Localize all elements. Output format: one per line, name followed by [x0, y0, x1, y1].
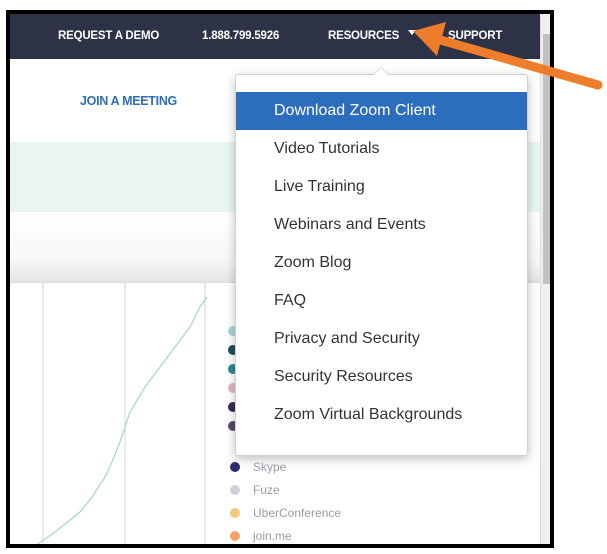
line-chart: [37, 282, 208, 544]
menu-item-security-resources[interactable]: Security Resources: [236, 358, 527, 396]
legend-dot-icon: [230, 485, 240, 495]
menu-item-zoom-virtual-backgrounds[interactable]: Zoom Virtual Backgrounds: [236, 396, 527, 434]
legend-dot-icon: [230, 462, 240, 472]
browser-viewport: REQUEST A DEMO 1.888.799.5926 RESOURCES …: [6, 10, 554, 548]
menu-item-zoom-blog[interactable]: Zoom Blog: [236, 244, 527, 282]
phone-number-link[interactable]: 1.888.799.5926: [202, 30, 279, 42]
support-link[interactable]: SUPPORT: [448, 30, 502, 42]
request-demo-link[interactable]: REQUEST A DEMO: [58, 30, 159, 42]
menu-item-privacy-and-security[interactable]: Privacy and Security: [236, 320, 527, 358]
menu-item-faq[interactable]: FAQ: [236, 282, 527, 320]
menu-item-download-zoom-client[interactable]: Download Zoom Client: [236, 92, 527, 130]
join-meeting-link[interactable]: JOIN A MEETING: [80, 94, 177, 108]
legend-dot-icon: [230, 531, 240, 541]
chart-series-line: [37, 296, 208, 544]
resources-menu-link[interactable]: RESOURCES: [328, 30, 399, 42]
top-navbar: REQUEST A DEMO 1.888.799.5926 RESOURCES …: [10, 14, 540, 59]
menu-item-webinars-and-events[interactable]: Webinars and Events: [236, 206, 527, 244]
menu-item-live-training[interactable]: Live Training: [236, 168, 527, 206]
legend-dot-icon: [230, 508, 240, 518]
chevron-down-icon[interactable]: [408, 30, 416, 35]
vertical-scrollbar[interactable]: [540, 14, 550, 544]
menu-item-video-tutorials[interactable]: Video Tutorials: [236, 130, 527, 168]
resources-dropdown-menu: Download Zoom Client Video Tutorials Liv…: [235, 67, 528, 456]
scrollbar-thumb[interactable]: [543, 34, 550, 284]
